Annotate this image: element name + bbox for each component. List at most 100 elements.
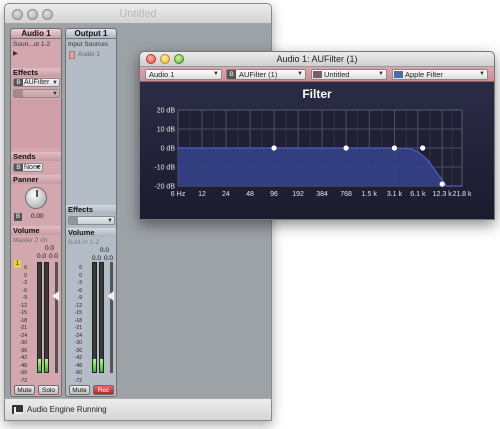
meter-scale-tick: -24 <box>74 332 82 339</box>
meter-scale: 6 0 -3 -6 -9 -12 -15 -18 -21 -24 -30 -36 -42 -48 -60 -7… <box>72 265 82 385</box>
channel-strip-audio-1: Audio 1 Soun...ut 1-2 ▶ Effects B AUFilt… <box>10 28 62 397</box>
au-titlebar[interactable]: Audio 1: AUFilter (1) <box>140 52 494 67</box>
effect-bypass-button[interactable]: B <box>227 70 236 79</box>
x-tick-label: 48 <box>246 191 254 198</box>
mixer-titlebar[interactable]: Untitled <box>5 4 271 24</box>
meter-scale-tick: -48 <box>19 362 27 369</box>
input-sources-label: Input Sources <box>68 41 109 48</box>
meter-scale-tick: -36 <box>74 347 82 354</box>
audio-engine-icon <box>12 405 23 414</box>
track-menu[interactable]: Audio 1 ▼ <box>145 69 222 80</box>
effect-bypass-button[interactable] <box>14 90 23 97</box>
mixer-window-title: Untitled <box>119 8 157 20</box>
filter-graph-panel: Filter 20 dB 10 dB 0 dB -10 dB -20 dB 6 Hz 12 2… <box>140 82 495 220</box>
strip-name[interactable]: Audio 1 <box>11 29 61 39</box>
chevron-down-icon: ▼ <box>35 165 41 171</box>
au-toolbar: Audio 1 ▼ B AUFilter (1) ▼ Untitled ▼ Ap… <box>140 67 494 82</box>
source-disclosure-icon[interactable]: ▶ <box>13 49 18 57</box>
x-tick-label: 192 <box>292 191 304 198</box>
filter-control-point <box>420 145 426 151</box>
y-tick-label: 0 dB <box>161 146 176 153</box>
x-tick-label: 6 Hz <box>171 191 186 198</box>
meter-scale-tick: -36 <box>19 347 27 354</box>
record-button[interactable]: Rec <box>93 385 114 395</box>
y-tick-label: 10 dB <box>157 127 176 134</box>
meter-left-value: 0.0 <box>37 253 47 260</box>
solo-button[interactable]: Solo <box>38 385 59 395</box>
meter-scale-tick: -30 <box>74 340 82 346</box>
meter-scale: 6 0 -3 -6 -9 -12 -15 -18 -21 -24 -30 -36 -42 -48 -60 -7… <box>17 265 27 385</box>
meter-scale-tick: -21 <box>19 325 27 331</box>
meter-scale-tick: -48 <box>74 362 82 369</box>
x-tick-label: 768 <box>340 191 352 198</box>
effect-bypass-button[interactable] <box>69 217 78 224</box>
x-tick-label: 384 <box>316 191 328 198</box>
pan-badge[interactable]: B <box>14 213 22 221</box>
mute-button[interactable]: Mute <box>69 385 90 395</box>
meter-scale-tick: -15 <box>19 310 27 316</box>
meter-scale-tick: -24 <box>19 332 27 339</box>
volume-fader-track[interactable] <box>55 262 58 373</box>
meter-scale-tick: 6 <box>24 265 27 271</box>
send-bypass-button[interactable]: B <box>14 164 23 171</box>
x-tick-label: 12.3 k <box>433 191 453 198</box>
filter-response-chart[interactable]: 20 dB 10 dB 0 dB -10 dB -20 dB6 Hz 12 24 48 96 19… <box>140 82 495 220</box>
sends-section-label: Sends <box>11 152 61 161</box>
volume-fader-track[interactable] <box>110 262 113 373</box>
meter-scale-tick: -42 <box>19 355 27 361</box>
volume-value: 0.0 <box>45 245 55 252</box>
preset-icon <box>313 71 322 78</box>
chevron-down-icon: ▼ <box>378 71 384 77</box>
chevron-down-icon: ▼ <box>213 71 219 77</box>
meter-scale-tick: -72 <box>19 377 27 384</box>
mute-button[interactable]: Mute <box>14 385 35 395</box>
meter-left-value: 0.0 <box>92 255 102 262</box>
meter-scale-tick: -12 <box>19 302 27 309</box>
meter-scale-tick: 6 <box>79 265 82 271</box>
preset-menu[interactable]: Untitled ▼ <box>311 69 387 80</box>
meter-right-value: 0.0 <box>104 255 114 262</box>
input-source-item[interactable]: Audio 1 <box>78 51 100 58</box>
volume-fader-handle[interactable] <box>107 291 114 301</box>
manufacturer-menu[interactable]: Apple Filter ▼ <box>392 69 488 80</box>
volume-mode-label: Built-in 1-2 <box>68 239 100 246</box>
filter-control-point <box>391 145 398 151</box>
effect-slot-2-menu[interactable]: ▼ <box>13 89 60 98</box>
au-window-title: Audio 1: AUFilter (1) <box>276 54 358 64</box>
chevron-down-icon: ▼ <box>297 71 303 77</box>
meter-scale-tick: -6 <box>22 287 27 294</box>
pan-knob[interactable] <box>25 187 47 209</box>
meter-scale-tick: -18 <box>74 317 82 324</box>
effects-section-label: Effects <box>66 205 116 214</box>
filter-control-point <box>343 145 349 151</box>
input-source-color-icon <box>69 51 75 59</box>
effect-slot-1-menu[interactable]: B AUFilter ▼ <box>13 78 60 87</box>
source-label[interactable]: Soun...ut 1-2 <box>13 41 50 48</box>
level-meter-left <box>37 262 42 373</box>
effect-menu-value: AUFilter (1) <box>239 70 278 79</box>
x-tick-label: 96 <box>270 191 278 198</box>
preset-menu-value: Untitled <box>324 70 350 79</box>
x-tick-label: 24 <box>222 191 230 198</box>
volume-section-label: Volume <box>66 228 116 237</box>
x-tick-label: 12 <box>198 191 206 198</box>
y-tick-label: 20 dB <box>157 108 176 115</box>
effect-bypass-button[interactable]: B <box>14 79 23 86</box>
status-bar: Audio Engine Running <box>5 398 271 420</box>
meter-scale-tick: -72 <box>74 377 82 384</box>
effects-section-label: Effects <box>11 68 61 77</box>
strip-name[interactable]: Output 1 <box>66 29 116 39</box>
effect-slot-1-menu[interactable]: ▼ <box>68 216 115 225</box>
x-tick-label: 3.1 k <box>387 191 403 198</box>
chevron-down-icon: ▼ <box>52 80 58 86</box>
meter-scale-tick: -15 <box>74 310 82 316</box>
channel-strip-output-1: Output 1 Input Sources Audio 1 Effects ▼… <box>65 28 117 397</box>
volume-fader-handle[interactable] <box>52 291 59 301</box>
send-destination-menu[interactable]: B None ▼ <box>13 163 43 172</box>
filter-control-point <box>439 181 445 187</box>
track-menu-value: Audio 1 <box>149 70 175 79</box>
effect-menu[interactable]: B AUFilter (1) ▼ <box>226 69 306 80</box>
plugin-icon <box>394 71 403 78</box>
meter-scale-tick: -18 <box>19 317 27 324</box>
meter-scale-tick: -3 <box>22 280 27 286</box>
